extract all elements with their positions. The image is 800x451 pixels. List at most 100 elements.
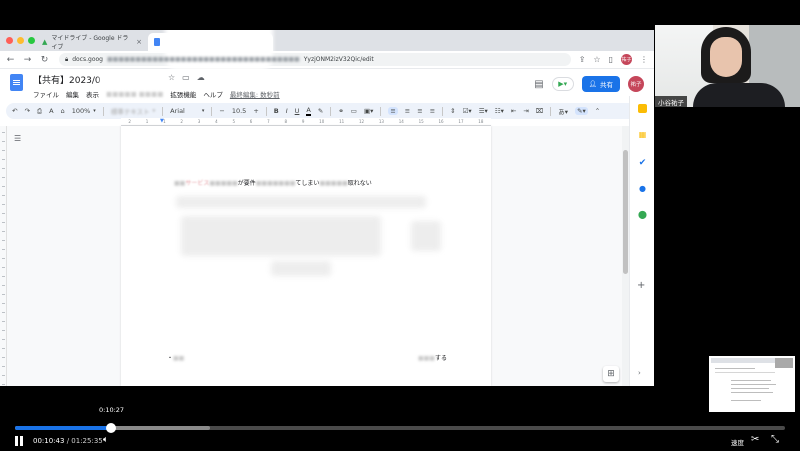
spellcheck-icon[interactable]: A bbox=[49, 107, 53, 115]
ruler-tick bbox=[2, 204, 5, 205]
user-avatar[interactable]: 祐子 bbox=[628, 76, 644, 92]
progress-bar[interactable] bbox=[15, 423, 785, 433]
zoom-select[interactable]: 100% ▾ bbox=[72, 107, 96, 115]
url-text-end: YyzjONM2izV32Qic/edit bbox=[303, 56, 374, 63]
collapse-toolbar-icon[interactable]: ⌃ bbox=[595, 107, 600, 115]
ruler-tick bbox=[2, 231, 5, 232]
tab-google-drive[interactable]: ▲ マイドライブ - Google ドライブ × bbox=[36, 33, 148, 51]
redo-icon[interactable]: ↷ bbox=[24, 107, 29, 115]
document-line: ■■サービス■■■■■が要件■■■■■■■てしまい■■■■■取れない bbox=[174, 180, 372, 187]
browser-menu-icon[interactable]: ⋮ bbox=[640, 55, 648, 64]
share-label: 共有 bbox=[600, 81, 613, 89]
share-button[interactable]: 👤︎ 共有 bbox=[581, 76, 620, 92]
meet-video-icon[interactable]: ▶▾ bbox=[551, 77, 574, 91]
text-color-icon[interactable]: A bbox=[306, 106, 311, 116]
align-right-icon[interactable]: ≡ bbox=[417, 107, 422, 115]
share-page-icon[interactable]: ⇪ bbox=[579, 55, 586, 64]
undo-icon[interactable]: ↶ bbox=[12, 107, 17, 115]
decrease-indent-icon[interactable]: ⇤ bbox=[511, 107, 516, 115]
menu-help[interactable]: ヘルプ bbox=[203, 89, 223, 99]
bullet-list-icon[interactable]: ☰▾ bbox=[479, 107, 488, 115]
sidebar-icon[interactable]: ▯ bbox=[609, 55, 613, 64]
font-size-field[interactable]: 10.5 bbox=[232, 107, 246, 115]
cloud-status-icon[interactable]: ☁︎ bbox=[197, 73, 205, 82]
menu-edit[interactable]: 編集 bbox=[66, 89, 79, 99]
pause-icon[interactable] bbox=[15, 436, 23, 446]
docs-logo-icon[interactable] bbox=[10, 74, 23, 91]
clear-formatting-icon[interactable]: ⌧ bbox=[536, 107, 544, 115]
ruler-tick bbox=[2, 303, 5, 304]
print-icon[interactable]: ⎙ bbox=[37, 107, 42, 116]
speed-button[interactable]: 速度 bbox=[731, 437, 744, 447]
reload-icon[interactable]: ↻ bbox=[40, 55, 49, 65]
scissors-icon[interactable]: ✂︎ bbox=[751, 434, 759, 445]
back-arrow-icon[interactable]: ← bbox=[6, 55, 15, 65]
style-select[interactable]: 標準テキスト ▾ bbox=[111, 106, 155, 116]
tasks-icon[interactable]: ✔︎ bbox=[638, 158, 647, 168]
align-left-icon[interactable]: ≡ bbox=[388, 107, 398, 115]
numbered-list-icon[interactable]: ☷▾ bbox=[495, 107, 504, 115]
document-scrollbar[interactable] bbox=[622, 126, 629, 386]
person-add-icon: 👤︎ bbox=[588, 80, 597, 88]
contacts-icon[interactable]: ● bbox=[638, 184, 647, 193]
input-tools-icon[interactable]: あ▾ bbox=[558, 106, 568, 116]
ruler-number: 8 bbox=[284, 119, 288, 124]
side-panel-expand-icon[interactable]: › bbox=[638, 369, 641, 377]
profile-avatar[interactable]: 祐子 bbox=[621, 54, 632, 65]
star-icon[interactable]: ☆ bbox=[168, 73, 175, 82]
ruler-tick bbox=[2, 168, 5, 169]
align-center-icon[interactable]: ≡ bbox=[405, 107, 410, 115]
minimize-window-button[interactable] bbox=[17, 37, 24, 44]
last-edit-link[interactable]: 最終編集: 数秒前 bbox=[230, 89, 280, 99]
forward-arrow-icon[interactable]: → bbox=[23, 55, 32, 65]
bold-icon[interactable]: B bbox=[274, 107, 279, 115]
paint-format-icon[interactable]: ⌂ bbox=[61, 107, 65, 115]
editing-mode-icon[interactable]: ✎▾ bbox=[575, 107, 588, 115]
bookmark-star-icon[interactable]: ☆ bbox=[593, 55, 600, 64]
close-tab-icon[interactable]: × bbox=[136, 38, 142, 46]
line-spacing-icon[interactable]: ⇕ bbox=[450, 107, 455, 115]
menu-extensions[interactable]: 拡張機能 bbox=[170, 89, 196, 99]
document-title[interactable]: 【共有】2023/0 bbox=[33, 73, 101, 86]
justify-icon[interactable]: ≡ bbox=[430, 107, 435, 115]
lock-icon: 🔒︎ bbox=[65, 55, 69, 63]
close-window-button[interactable] bbox=[6, 37, 13, 44]
screen-preview-thumbnail[interactable] bbox=[709, 356, 795, 412]
highlight-icon[interactable]: ✎ bbox=[318, 107, 323, 115]
font-size-decrease-button[interactable]: − bbox=[219, 107, 224, 115]
increase-indent-icon[interactable]: ⇥ bbox=[523, 107, 528, 115]
menu-file[interactable]: ファイル bbox=[33, 89, 59, 99]
volume-icon[interactable]: 🔈︎ bbox=[103, 435, 108, 445]
menu-view[interactable]: 表示 bbox=[86, 89, 99, 99]
ruler-number: 13 bbox=[378, 119, 384, 124]
comment-history-icon[interactable]: ▤ bbox=[534, 79, 543, 90]
italic-icon[interactable]: I bbox=[286, 107, 288, 115]
ruler-tick bbox=[2, 348, 5, 349]
checklist-icon[interactable]: ☑▾ bbox=[463, 107, 472, 115]
zoom-value: 100% bbox=[71, 107, 91, 115]
maximize-window-button[interactable] bbox=[28, 37, 35, 44]
link-icon[interactable]: ⚭ bbox=[338, 107, 343, 115]
font-select[interactable]: Arial ▾ bbox=[170, 107, 204, 115]
add-comment-icon[interactable]: ▭ bbox=[351, 107, 357, 115]
add-on-plus-icon[interactable]: + bbox=[637, 280, 645, 291]
ruler-number: 9 bbox=[301, 119, 305, 124]
played-bar bbox=[15, 426, 112, 430]
document-page[interactable]: ■■サービス■■■■■が要件■■■■■■■てしまい■■■■■取れない ・■■ ■… bbox=[121, 126, 491, 386]
underline-icon[interactable]: U bbox=[295, 107, 300, 115]
calendar-icon[interactable]: ▦ bbox=[638, 130, 647, 139]
move-folder-icon[interactable]: ▭ bbox=[182, 73, 190, 82]
url-field[interactable]: 🔒︎ docs.goog ■■■■■■■■■■■■■■■■■■■■■■■■■■■… bbox=[59, 53, 571, 66]
insert-image-icon[interactable]: ▣▾ bbox=[364, 107, 373, 115]
time-separator: / bbox=[66, 437, 70, 445]
exit-fullscreen-icon[interactable]: ⤡ bbox=[771, 434, 779, 445]
font-size-increase-button[interactable]: + bbox=[253, 107, 258, 115]
document-outline-icon[interactable]: ☰ bbox=[14, 134, 21, 143]
maps-icon[interactable]: ⬤ bbox=[638, 210, 647, 219]
ruler-number: 6 bbox=[249, 119, 253, 124]
text-fragment: サービス bbox=[185, 180, 210, 187]
scrollbar-thumb[interactable] bbox=[623, 150, 628, 274]
indent-marker-icon[interactable]: ▼ bbox=[160, 118, 164, 124]
keep-icon[interactable] bbox=[638, 104, 647, 113]
explore-plus-icon[interactable]: ⊞ bbox=[603, 366, 619, 382]
